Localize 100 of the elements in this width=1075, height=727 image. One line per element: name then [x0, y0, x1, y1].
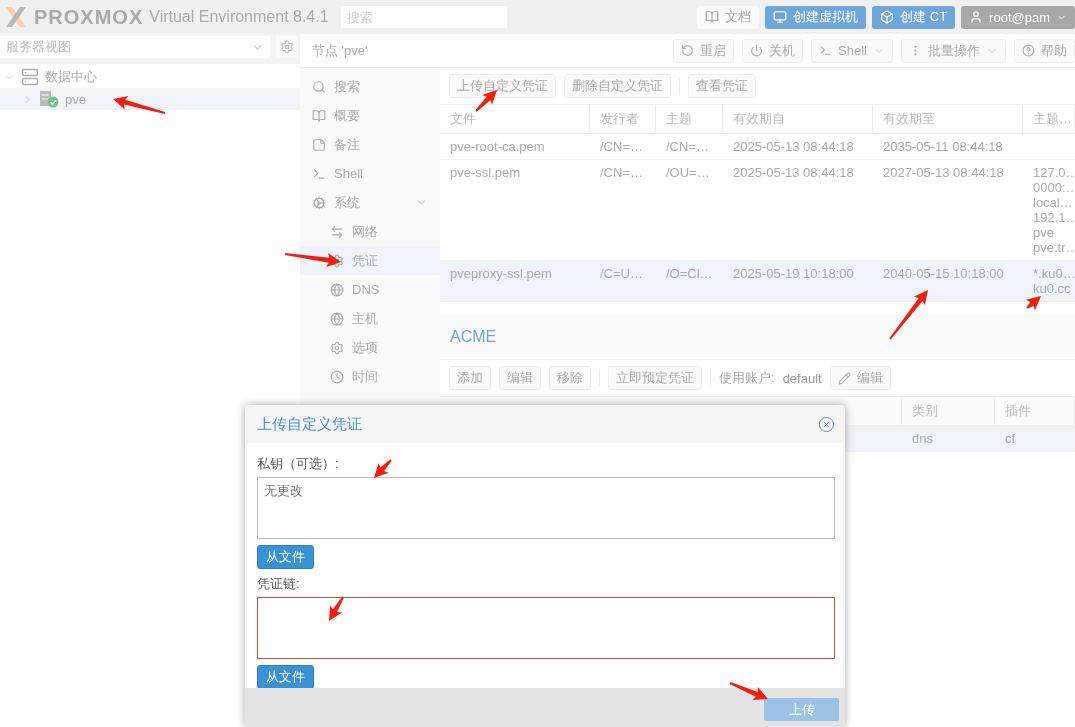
table-cell: /C=U…: [600, 266, 643, 281]
column-header[interactable]: 主题…: [1023, 105, 1075, 133]
user-menu-button[interactable]: root@pam: [961, 5, 1075, 29]
arrows-icon: [330, 224, 344, 239]
table-cell: 2025-05-13 08:44:18: [733, 139, 854, 154]
dialog-title: 上传自定义凭证: [257, 414, 362, 434]
panel-title: 节点 'pve': [312, 41, 368, 60]
toolbar-button[interactable]: 帮助: [1014, 38, 1075, 63]
from-file-button[interactable]: 从文件: [257, 545, 314, 569]
user-icon: [969, 10, 984, 24]
toolbar-button[interactable]: 批量操作: [901, 38, 1006, 63]
table-cell: 0000:…: [1033, 180, 1075, 195]
toolbar-button[interactable]: 关机: [742, 38, 804, 63]
text-area[interactable]: 无更改: [257, 477, 835, 539]
field-label: 凭证链:: [257, 575, 300, 593]
nav-item[interactable]: 凭证: [300, 246, 440, 275]
from-file-button[interactable]: 从文件: [257, 665, 314, 688]
column-header[interactable]: 发行者: [590, 105, 656, 133]
nav-item[interactable]: 主机: [300, 304, 440, 333]
monitor-icon: [773, 10, 788, 24]
table-cell: *.ku0…: [1033, 266, 1075, 281]
nav-item[interactable]: DNS: [300, 275, 440, 304]
table-cell: 2040-05-15 10:18:00: [883, 266, 1004, 281]
help-icon: [1022, 44, 1035, 57]
table-cell: /CN=…: [666, 139, 709, 154]
nav-item[interactable]: Shell: [300, 159, 440, 188]
nav-item[interactable]: 搜索: [300, 72, 440, 101]
table-cell: 2035-05-11 08:44:18: [883, 139, 1003, 154]
book-icon: [705, 10, 720, 24]
table-cell: /OU=…: [666, 165, 710, 180]
tree-item[interactable]: 数据中心: [0, 66, 300, 88]
column-header[interactable]: 有效期自: [723, 105, 873, 133]
text-area[interactable]: [257, 597, 835, 659]
table-cell: 2025-05-13 08:44:18: [733, 165, 854, 180]
view-select[interactable]: 服务器视图: [0, 36, 270, 58]
restart-icon: [681, 44, 695, 57]
table-cell-text: ku0.cc: [1033, 281, 1072, 296]
datacenter-icon: [21, 68, 39, 86]
tree-label: pve: [65, 91, 86, 107]
header-button[interactable]: 文档: [697, 5, 760, 29]
toolbar-button[interactable]: 编辑: [499, 366, 541, 390]
nav-item[interactable]: 选项: [300, 333, 440, 362]
toolbar-button[interactable]: 查看凭证: [688, 74, 756, 98]
gears-icon: [312, 195, 326, 210]
product-title: Virtual Environment 8.4.1: [149, 8, 329, 26]
table-cell: 127.0…: [1033, 165, 1075, 180]
table-cell: /CN=…: [600, 139, 643, 154]
pencil-icon: [837, 371, 851, 385]
account-label: 使用账户:: [719, 369, 775, 387]
server-online-icon: [39, 90, 59, 108]
tree-label: 数据中心: [45, 68, 97, 86]
table-cell-text: local…: [1033, 195, 1074, 210]
table-cell: 2025-05-19 10:18:00: [733, 266, 854, 281]
brand-logo: PROXMOX: [34, 5, 144, 29]
table-cell-text: pve: [1033, 225, 1055, 240]
nav-item[interactable]: 备注: [300, 130, 440, 159]
toolbar-button[interactable]: 上传自定义凭证: [449, 74, 556, 98]
nav-item[interactable]: 概要: [300, 101, 440, 130]
note-icon: [312, 137, 326, 152]
gear-icon: [330, 340, 344, 355]
table-cell: dns: [912, 431, 933, 446]
nav-item[interactable]: 系统: [300, 188, 440, 217]
close-button[interactable]: [818, 415, 835, 433]
book-icon: [312, 108, 326, 123]
settings-button[interactable]: [276, 36, 298, 58]
logo-icon: [4, 6, 28, 28]
search-icon: [312, 79, 326, 94]
header-button[interactable]: 创建虚拟机: [765, 5, 867, 29]
table-cell: pve-root-ca.pem: [450, 139, 545, 154]
section-title: ACME: [450, 327, 497, 346]
column-header[interactable]: 插件: [995, 397, 1075, 425]
gear-icon: [280, 40, 294, 54]
toolbar-button[interactable]: Shell: [811, 38, 893, 63]
tree-item[interactable]: pve: [0, 88, 300, 110]
toolbar-button[interactable]: 移除: [549, 366, 591, 390]
table-cell: 2027-05-13 08:44:18: [883, 165, 1004, 180]
toolbar-button[interactable]: 重启: [673, 38, 735, 63]
table-cell: pve.tr…: [1033, 240, 1075, 255]
table-cell: pve-ssl.pem: [450, 165, 521, 180]
table-cell: /CN=…: [600, 165, 643, 180]
toolbar-button[interactable]: 删除自定义凭证: [564, 74, 671, 98]
account-value: default: [782, 370, 822, 386]
table-cell: cf: [1005, 431, 1016, 446]
globe-icon: [330, 311, 344, 326]
field-label: 私钥（可选）:: [257, 455, 339, 473]
globe-icon: [330, 282, 344, 297]
toolbar-button[interactable]: 立即预定凭证: [608, 366, 702, 390]
column-header[interactable]: 有效期至: [873, 105, 1023, 133]
nav-item[interactable]: 网络: [300, 217, 440, 246]
table-cell: 192.1…: [1033, 210, 1075, 225]
edit-button[interactable]: 编辑: [829, 366, 891, 390]
column-header[interactable]: 主题: [656, 105, 723, 133]
nav-item[interactable]: 时间: [300, 362, 440, 391]
column-header[interactable]: 类别: [902, 397, 995, 425]
table-cell: /O=Cl…: [666, 266, 713, 281]
terminal-icon: [312, 166, 326, 181]
table-row[interactable]: pveproxy-ssl.pem /C=U… /O=Cl… 2025-05-19 10:18:00 2040-05-15 10:18:00 *.ku0… ku0.cc: [440, 261, 1075, 302]
header-button[interactable]: 创建 CT: [872, 5, 956, 29]
toolbar-button[interactable]: 添加: [449, 366, 491, 390]
table-cell: pveproxy-ssl.pem: [450, 266, 552, 281]
